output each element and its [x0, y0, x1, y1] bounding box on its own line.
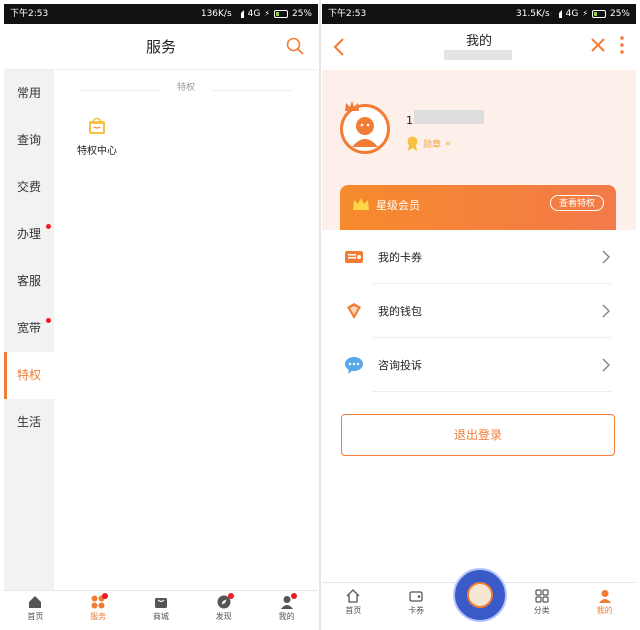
account-menu: 我的卡券 我的钱包 咨询投诉: [322, 230, 636, 392]
status-network: 4G: [247, 9, 261, 19]
services-screen: 下午2:53 136K/s 4G ⚡ 25% 服务 常用 查询 交费 办理 客服…: [4, 4, 318, 626]
status-bar: 下午2:53 136K/s 4G ⚡ 25%: [4, 4, 318, 24]
crown-icon: [353, 198, 369, 210]
wallet-icon: [347, 303, 361, 319]
charging-icon: ⚡: [582, 9, 588, 18]
member-banner[interactable]: 星级会员 查看特权: [340, 185, 616, 230]
notification-dot: [290, 593, 297, 599]
tab-services[interactable]: 服务: [67, 591, 130, 626]
sidebar-item-broadband[interactable]: 宽带: [4, 305, 54, 352]
coupon-icon: [345, 251, 363, 263]
page-title: 我的: [465, 34, 492, 49]
chevron-right-icon: [602, 304, 610, 318]
signal-icon: [236, 10, 244, 18]
username: 1: [406, 114, 413, 127]
profile-section: 1 勋章 » 星级会员 查看特权: [322, 70, 636, 230]
services-content: 特权 特权中心: [54, 70, 318, 590]
status-battery: 25%: [609, 9, 630, 19]
crown-icon: [345, 101, 359, 111]
status-speed: 31.5K/s: [515, 9, 550, 19]
masked-username: [414, 110, 484, 124]
panel-divider: [319, 0, 321, 630]
tab-home[interactable]: 首页: [322, 583, 385, 626]
masked-phone-number: [444, 50, 512, 60]
tab-mine[interactable]: 我的: [255, 591, 318, 626]
tab-mine[interactable]: 我的: [573, 583, 636, 626]
row-divider: [372, 391, 612, 392]
chevron-right-icon: [602, 250, 610, 264]
notification-dot: [46, 318, 51, 323]
status-bar: 下午2:53 31.5K/s 4G ⚡ 25%: [322, 4, 636, 24]
more-vertical-icon[interactable]: [620, 36, 624, 54]
section-divider: [212, 90, 292, 91]
battery-icon: [591, 10, 606, 18]
notification-dot: [46, 224, 51, 229]
notification-dot: [102, 593, 109, 599]
category-sidebar: 常用 查询 交费 办理 客服 宽带 特权 生活: [4, 70, 54, 590]
tab-discover[interactable]: 发现: [192, 591, 255, 626]
card-icon: [409, 591, 423, 602]
privilege-center-item[interactable]: 特权中心: [72, 116, 122, 158]
gift-bag-icon: [89, 117, 105, 134]
close-icon[interactable]: [590, 37, 606, 53]
badge-label: 勋章: [423, 140, 442, 150]
battery-icon: [273, 10, 288, 18]
privilege-center-label: 特权中心: [77, 146, 117, 157]
category-icon: [535, 589, 549, 603]
section-title: 特权: [176, 83, 195, 93]
services-header: 服务: [4, 24, 318, 70]
badge-link[interactable]: 勋章 »: [406, 136, 451, 151]
menu-item-coupons[interactable]: 我的卡券: [322, 230, 636, 284]
medal-icon: [407, 136, 418, 151]
sidebar-item-query[interactable]: 查询: [4, 117, 54, 164]
status-time: 下午2:53: [328, 9, 367, 19]
home-icon: [29, 596, 42, 608]
chat-icon: [345, 357, 363, 374]
search-icon[interactable]: [286, 37, 304, 55]
page-title: 服务: [145, 38, 176, 56]
charging-icon: ⚡: [264, 9, 270, 18]
logout-button[interactable]: 退出登录: [341, 414, 615, 456]
chevron-right-icon: [602, 358, 610, 372]
sidebar-item-privilege[interactable]: 特权: [4, 352, 54, 399]
menu-item-consult-complaint[interactable]: 咨询投诉: [322, 338, 636, 392]
sidebar-item-common[interactable]: 常用: [4, 70, 54, 117]
status-time: 下午2:53: [10, 9, 49, 19]
menu-item-wallet[interactable]: 我的钱包: [322, 284, 636, 338]
center-orb-icon[interactable]: [453, 568, 507, 622]
tab-card[interactable]: 卡券: [385, 583, 448, 626]
status-battery: 25%: [291, 9, 312, 19]
tab-mall[interactable]: 商城: [130, 591, 193, 626]
double-chevron-icon: »: [445, 138, 451, 149]
mine-header: 我的: [322, 24, 636, 70]
view-privileges-button[interactable]: 查看特权: [549, 195, 604, 211]
status-speed: 136K/s: [200, 9, 232, 19]
tab-category[interactable]: 分类: [510, 583, 573, 626]
home-icon: [346, 589, 360, 603]
mascot-avatar-icon: [352, 117, 378, 147]
mine-screen: 下午2:53 31.5K/s 4G ⚡ 25% 我的 1 勋章 » 星级会员 查…: [322, 4, 636, 626]
tab-home[interactable]: 首页: [4, 591, 67, 626]
bottom-tabbar: 首页 服务 商城 发现 我的: [4, 590, 318, 626]
notification-dot: [227, 593, 234, 599]
sidebar-item-life[interactable]: 生活: [4, 399, 54, 446]
sidebar-item-payment[interactable]: 交费: [4, 164, 54, 211]
sidebar-item-customer-service[interactable]: 客服: [4, 258, 54, 305]
bag-icon: [154, 598, 167, 608]
member-level-label: 星级会员: [376, 199, 420, 212]
status-network: 4G: [565, 9, 579, 19]
person-icon: [598, 590, 611, 603]
signal-icon: [554, 10, 562, 18]
sidebar-item-handle[interactable]: 办理: [4, 211, 54, 258]
